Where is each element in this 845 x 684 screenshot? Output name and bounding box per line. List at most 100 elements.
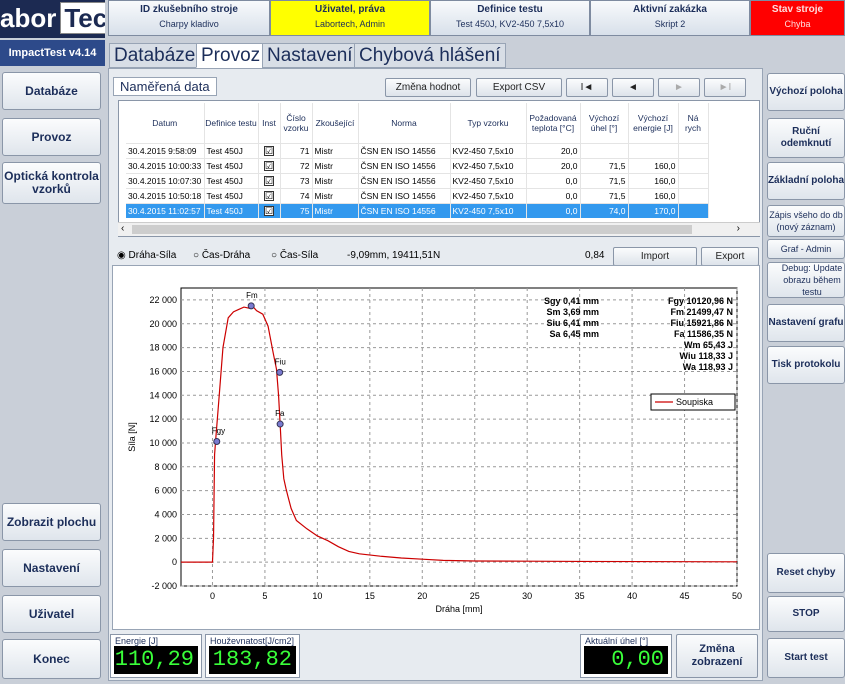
table-cell: KV2-450 7,5x10 [450, 187, 527, 203]
table-row[interactable]: 30.4.2015 9:58:09 Test 450J ☑ 71 Mistr ČSN EN… [126, 142, 709, 158]
right-button-7[interactable]: Tisk protokolu [767, 346, 845, 384]
right-button-5[interactable]: Debug: Update obrazu během testu [767, 262, 845, 298]
horizontal-scrollbar[interactable]: ‹ › [118, 222, 760, 236]
tab-chybova-hlaseni[interactable]: Chybová hlášení [354, 43, 506, 68]
nav-zobrazit-plochu-button[interactable]: Zobrazit plochu [2, 503, 101, 541]
nav-databaze-button[interactable]: Databáze [2, 72, 101, 110]
radio-cas-draha[interactable]: ○ Čas-Dráha [193, 250, 250, 261]
checkbox-icon[interactable]: ☑ [264, 160, 274, 171]
right-button-0[interactable]: Výchozí poloha [767, 73, 845, 111]
tab-provoz[interactable]: Provoz [196, 43, 266, 68]
table-cell: Test 450J [204, 187, 259, 203]
table-cell: KV2-450 7,5x10 [450, 172, 527, 188]
table-cell: ČSN EN ISO 14556 [358, 187, 451, 203]
table-row[interactable]: 30.4.2015 10:07:30 Test 450J ☑ 73 Mistr ČSN E… [126, 172, 709, 188]
section-title: Naměřená data [113, 77, 217, 96]
data-table[interactable]: Datum Definice testu Inst Číslo vzorku Zkouš… [118, 100, 760, 237]
plot-frame [180, 287, 738, 587]
checkbox-icon[interactable]: ☑ [264, 175, 274, 186]
column-header[interactable]: Číslo vzorku [280, 103, 313, 143]
cursor-readout: -9,09mm, 19411,51N [347, 250, 441, 261]
right-button-6[interactable]: Nastavení grafu [767, 304, 845, 342]
column-header[interactable]: Požadovaná teplota [°C] [526, 103, 581, 143]
table-cell: Mistr [312, 157, 359, 173]
x-tick-label: 35 [575, 591, 585, 601]
tab-databaze[interactable]: Databáze [109, 43, 201, 68]
prev-record-button[interactable]: ◄ [612, 78, 654, 97]
export-button[interactable]: Export [701, 247, 759, 266]
x-tick-label: 25 [470, 591, 480, 601]
last-record-button[interactable]: ►I [704, 78, 746, 97]
marker-label: Fiu [275, 357, 286, 366]
right-button-3[interactable]: Zápis všeho do db (nový záznam) [767, 205, 845, 237]
column-header[interactable]: Norma [358, 103, 451, 143]
marker-label: Fm [246, 291, 258, 300]
annotation-text: Fgy 10120,96 N [668, 296, 733, 306]
force-displacement-chart: 0 5 10 15 20 25 30 35 40 45 50 -2 000 0 2 000 4 000 6 0… [127, 287, 742, 614]
radio-draha-sila[interactable]: ◉ Dráha-Síla [117, 250, 176, 261]
table-row[interactable]: 30.4.2015 11:02:57 Test 450J ☑ 75 Mistr ČSN E… [126, 202, 709, 218]
right-button-10[interactable]: Start test [767, 638, 845, 678]
x-tick-label: 5 [262, 591, 267, 601]
nav-provoz-button[interactable]: Provoz [2, 118, 101, 156]
header-active-order: Aktivní zakázka Skript 2 [590, 0, 750, 36]
marker-label: Fa [275, 409, 285, 418]
column-header[interactable]: Zkoušející [312, 103, 359, 143]
change-display-button[interactable]: Změna zobrazení [676, 634, 758, 678]
next-record-button[interactable]: ► [658, 78, 700, 97]
header-title: Definice testu [477, 4, 543, 15]
column-header[interactable]: Ná rych [678, 103, 709, 143]
table-cell: ČSN EN ISO 14556 [358, 142, 451, 158]
nav-nastaveni-button[interactable]: Nastavení [2, 549, 101, 587]
table-cell: ☑ [258, 142, 281, 158]
column-header[interactable]: Typ vzorku [450, 103, 527, 143]
table-cell: 73 [280, 172, 313, 188]
checkbox-icon[interactable]: ☑ [264, 190, 274, 201]
annotation-text: Sa 6,45 mm [549, 329, 599, 339]
table-cell: 30.4.2015 11:02:57 [126, 202, 205, 218]
table-cell: Test 450J [204, 142, 259, 158]
right-button-8[interactable]: Reset chyby [767, 553, 845, 593]
y-tick-label: -2 000 [151, 581, 177, 591]
table-cell: 0,0 [526, 187, 581, 203]
column-header[interactable]: Výchozí úhel [°] [580, 103, 629, 143]
radio-label: Čas-Síla [279, 250, 319, 261]
table-cell: ☑ [258, 157, 281, 173]
nav-uzivatel-button[interactable]: Uživatel [2, 595, 101, 633]
table-header-row: Datum Definice testu Inst Číslo vzorku Zkouš… [126, 103, 709, 143]
change-values-button[interactable]: Změna hodnot [385, 78, 471, 97]
nav-opticka-kontrola-button[interactable]: Optická kontrola vzorků [2, 162, 101, 204]
y-tick-label: 8 000 [154, 462, 177, 472]
scroll-thumb[interactable] [132, 225, 692, 234]
column-header[interactable]: Definice testu [204, 103, 259, 143]
right-button-4[interactable]: Graf - Admin [767, 239, 845, 259]
annotation-text: Fiu 15921,86 N [670, 318, 733, 328]
column-header[interactable]: Datum [126, 103, 205, 143]
x-tick-label: 0 [210, 591, 215, 601]
table-row[interactable]: 30.4.2015 10:00:33 Test 450J ☑ 72 Mistr ČSN E… [126, 157, 709, 173]
import-button[interactable]: Import [613, 247, 697, 266]
x-tick-label: 20 [417, 591, 427, 601]
y-tick-label: 14 000 [149, 390, 177, 400]
checkbox-icon[interactable]: ☑ [264, 205, 274, 216]
table-row[interactable]: 30.4.2015 10:50:18 Test 450J ☑ 74 Mistr ČSN E… [126, 187, 709, 203]
header-machine-id: ID zkušebního stroje Charpy kladivo [108, 0, 270, 36]
column-header[interactable]: Inst [258, 103, 281, 143]
first-record-button[interactable]: I◄ [566, 78, 608, 97]
nav-konec-button[interactable]: Konec [2, 639, 101, 679]
radio-cas-sila[interactable]: ○ Čas-Síla [271, 250, 318, 261]
column-header[interactable]: Výchozí energie [J] [628, 103, 679, 143]
right-button-2[interactable]: Základní poloha [767, 162, 845, 200]
legend-label: Soupiska [676, 397, 713, 407]
checkbox-icon[interactable]: ☑ [264, 145, 274, 156]
graph-value: 0,84 [585, 250, 605, 261]
right-button-9[interactable]: STOP [767, 596, 845, 632]
annotation-text: Fm 21499,47 N [670, 307, 733, 317]
export-csv-button[interactable]: Export CSV [476, 78, 562, 97]
right-button-1[interactable]: Ruční odemknutí [767, 118, 845, 158]
scroll-right-icon[interactable]: › [737, 223, 740, 234]
scroll-left-icon[interactable]: ‹ [121, 223, 124, 234]
tab-nastaveni[interactable]: Nastavení [262, 43, 358, 68]
app-version: ImpactTest v4.14 [0, 40, 105, 66]
table-body: 30.4.2015 9:58:09 Test 450J ☑ 71 Mistr ČSN EN… [126, 142, 709, 218]
